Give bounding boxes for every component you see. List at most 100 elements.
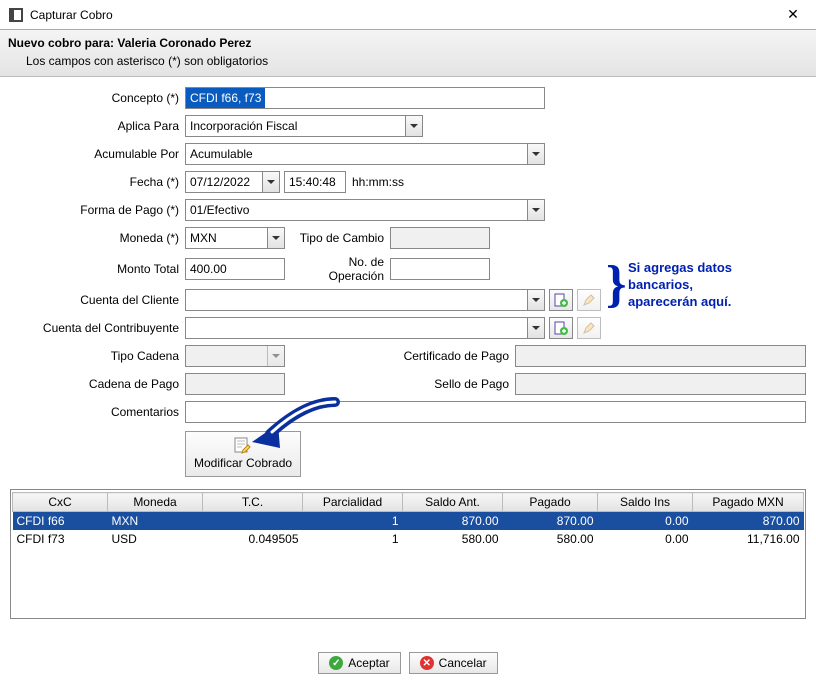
subheader: Nuevo cobro para: Valeria Coronado Perez…: [0, 30, 816, 77]
label-cuenta-cliente: Cuenta del Cliente: [10, 293, 185, 307]
edit-document-icon: [233, 436, 253, 454]
grid-cell: 580.00: [403, 530, 503, 548]
form-area: Concepto (*) CFDI f66, f73 Aplica Para A…: [0, 77, 816, 489]
grid-cell: 580.00: [503, 530, 598, 548]
moneda-dropdown-button[interactable]: [267, 228, 284, 248]
grid-header[interactable]: T.C.: [203, 493, 303, 512]
no-operacion-input[interactable]: [390, 258, 490, 280]
fecha-dropdown-button[interactable]: [262, 172, 279, 192]
edit-cuenta-cliente-button: [577, 289, 601, 311]
annotation-line2: bancarios,: [628, 276, 732, 293]
edit-icon: [582, 321, 596, 335]
acumulable-select[interactable]: [185, 143, 545, 165]
aplica-para-dropdown-button[interactable]: [405, 116, 422, 136]
edit-cuenta-contrib-button: [577, 317, 601, 339]
window-title: Capturar Cobro: [30, 8, 778, 22]
grid-cell: CFDI f66: [13, 512, 108, 531]
grid-header-row: CxC Moneda T.C. Parcialidad Saldo Ant. P…: [13, 493, 804, 512]
label-concepto: Concepto (*): [10, 91, 185, 105]
table-row[interactable]: CFDI f73USD0.0495051580.00580.000.0011,7…: [13, 530, 804, 548]
grid-cell: 11,716.00: [693, 530, 804, 548]
grid-cell: CFDI f73: [13, 530, 108, 548]
modificar-cobrado-label: Modificar Cobrado: [194, 456, 292, 470]
titlebar: Capturar Cobro ✕: [0, 0, 816, 30]
edit-icon: [582, 293, 596, 307]
label-sello-pago: Sello de Pago: [285, 377, 515, 391]
subtitle: Nuevo cobro para: Valeria Coronado Perez: [8, 36, 808, 50]
cuenta-contrib-dropdown-button[interactable]: [527, 318, 544, 338]
grid-cell: 0.00: [598, 530, 693, 548]
concepto-value: CFDI f66, f73: [186, 88, 265, 108]
comentarios-input[interactable]: [185, 401, 806, 423]
grid-cell: [203, 512, 303, 531]
grid-cell: 870.00: [403, 512, 503, 531]
label-hhmmss: hh:mm:ss: [352, 175, 404, 189]
monto-total-input[interactable]: [185, 258, 285, 280]
grid-cell: MXN: [108, 512, 203, 531]
grid-cell: 0.00: [598, 512, 693, 531]
forma-pago-select[interactable]: [185, 199, 545, 221]
close-button[interactable]: ✕: [778, 6, 808, 23]
label-moneda: Moneda (*): [10, 231, 185, 245]
grid-table: CxC Moneda T.C. Parcialidad Saldo Ant. P…: [12, 492, 804, 548]
label-tipo-cadena: Tipo Cadena: [10, 349, 185, 363]
dialog-footer: ✓ Aceptar ✕ Cancelar: [0, 652, 816, 674]
label-monto-total: Monto Total: [10, 262, 185, 276]
label-fecha: Fecha (*): [10, 175, 185, 189]
grid-cell: 870.00: [503, 512, 598, 531]
cancelar-label: Cancelar: [439, 656, 487, 670]
annotation-line3: aparecerán aquí.: [628, 293, 732, 310]
cancelar-button[interactable]: ✕ Cancelar: [409, 652, 498, 674]
grid-cell: USD: [108, 530, 203, 548]
grid: CxC Moneda T.C. Parcialidad Saldo Ant. P…: [10, 489, 806, 619]
app-icon: [8, 7, 24, 23]
tipo-cadena-dropdown-button: [267, 346, 284, 366]
tipo-cambio-input: [390, 227, 490, 249]
grid-header[interactable]: Saldo Ant.: [403, 493, 503, 512]
cadena-pago-input: [185, 373, 285, 395]
grid-cell: 870.00: [693, 512, 804, 531]
grid-cell: 0.049505: [203, 530, 303, 548]
grid-header[interactable]: Moneda: [108, 493, 203, 512]
grid-header[interactable]: Pagado MXN: [693, 493, 804, 512]
add-cuenta-cliente-button[interactable]: [549, 289, 573, 311]
annotation-text: Si agregas datos bancarios, aparecerán a…: [628, 259, 732, 310]
grid-header[interactable]: Pagado: [503, 493, 598, 512]
add-page-icon: [554, 321, 568, 335]
cuenta-cliente-dropdown-button[interactable]: [527, 290, 544, 310]
table-row[interactable]: CFDI f66MXN1870.00870.000.00870.00: [13, 512, 804, 531]
label-comentarios: Comentarios: [10, 405, 185, 419]
label-no-operacion: No. de Operación: [285, 255, 390, 283]
label-aplica: Aplica Para: [10, 119, 185, 133]
hora-input[interactable]: [284, 171, 346, 193]
add-cuenta-contrib-button[interactable]: [549, 317, 573, 339]
cuenta-cliente-select[interactable]: [185, 289, 545, 311]
concepto-input[interactable]: CFDI f66, f73: [185, 87, 545, 109]
label-cuenta-contrib: Cuenta del Contribuyente: [10, 321, 185, 335]
add-page-icon: [554, 293, 568, 307]
label-cadena-pago: Cadena de Pago: [10, 377, 185, 391]
grid-cell: 1: [303, 530, 403, 548]
aceptar-button[interactable]: ✓ Aceptar: [318, 652, 400, 674]
grid-header[interactable]: Saldo Ins: [598, 493, 693, 512]
grid-cell: 1: [303, 512, 403, 531]
aplica-para-select[interactable]: [185, 115, 423, 137]
cuenta-contrib-select[interactable]: [185, 317, 545, 339]
required-hint: Los campos con asterisco (*) son obligat…: [8, 54, 808, 68]
acumulable-dropdown-button[interactable]: [527, 144, 544, 164]
cancel-icon: ✕: [420, 656, 434, 670]
label-acumulable: Acumulable Por: [10, 147, 185, 161]
modificar-cobrado-button[interactable]: Modificar Cobrado: [185, 431, 301, 477]
cert-pago-input: [515, 345, 806, 367]
forma-pago-dropdown-button[interactable]: [527, 200, 544, 220]
label-tipo-cambio: Tipo de Cambio: [285, 231, 390, 245]
annotation-line1: Si agregas datos: [628, 259, 732, 276]
brace-icon: }: [606, 265, 627, 305]
ok-icon: ✓: [329, 656, 343, 670]
sello-pago-input: [515, 373, 806, 395]
grid-header[interactable]: CxC: [13, 493, 108, 512]
aceptar-label: Aceptar: [348, 656, 389, 670]
label-cert-pago: Certificado de Pago: [285, 349, 515, 363]
label-forma-pago: Forma de Pago (*): [10, 203, 185, 217]
grid-header[interactable]: Parcialidad: [303, 493, 403, 512]
